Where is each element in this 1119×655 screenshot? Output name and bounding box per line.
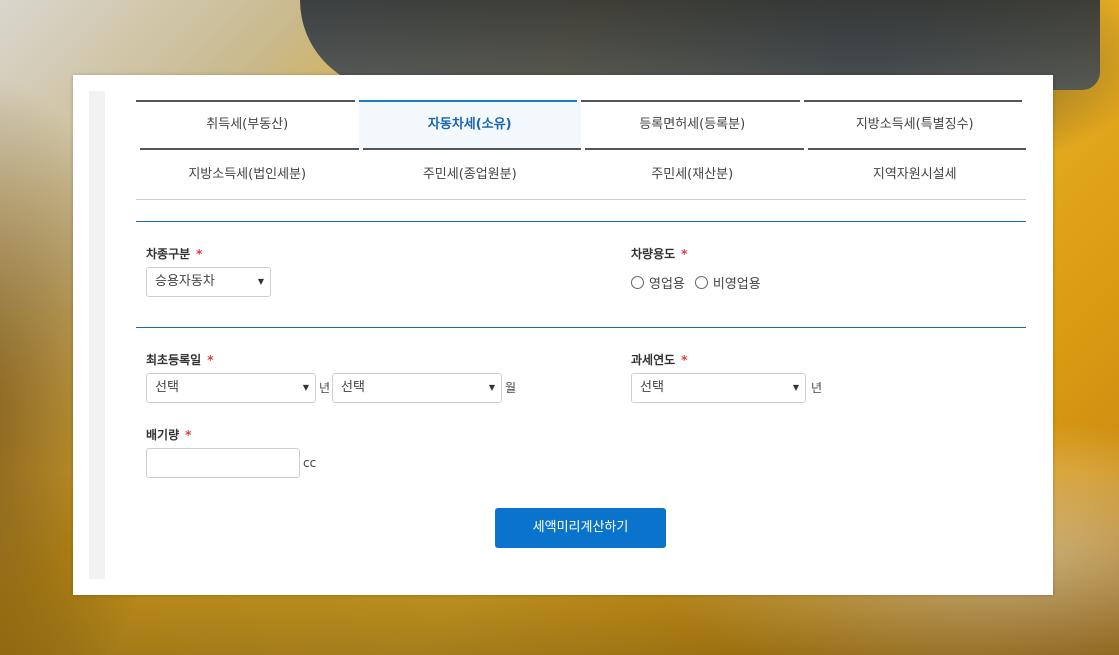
vehicle-use-label: 차량용도 * xyxy=(631,247,688,261)
displacement-unit: cc xyxy=(303,456,317,470)
dropdown-arrow-icon: ▼ xyxy=(257,277,264,286)
radio-circle-icon[interactable] xyxy=(694,275,708,289)
year-select-value: 선택 xyxy=(155,380,179,395)
dropdown-arrow-icon: ▼ xyxy=(302,383,309,392)
displacement-inputs: cc xyxy=(146,448,316,478)
section-divider xyxy=(136,221,1026,222)
tax-year-field: 과세연도 * 선택 ▼ 년 xyxy=(631,351,822,403)
radio-commercial[interactable]: 영업용 xyxy=(631,273,685,292)
tab-vehicle-tax[interactable]: 자동차세(소유) xyxy=(358,100,581,150)
tax-year-select[interactable]: 선택 ▼ xyxy=(631,373,806,403)
radio-circle-icon[interactable] xyxy=(631,275,644,289)
vehicle-type-field: 차종구분 * 승용자동차 ▼ xyxy=(146,245,271,297)
calculate-tax-button[interactable]: 세액미리계산하기 xyxy=(495,508,666,548)
radio-non-commercial[interactable]: 비영업용 xyxy=(694,273,761,292)
first-registration-label: 최초등록일 * xyxy=(146,353,214,367)
tab-registration-tax[interactable]: 등록면허세(등록분) xyxy=(581,100,804,150)
tax-year-value: 선택 xyxy=(640,380,664,395)
required-mark: * xyxy=(196,247,203,261)
tax-year-label: 과세연도 * xyxy=(631,353,688,367)
radio-commercial-label: 영업용 xyxy=(649,276,685,292)
tab-row-2: 지방소득세(법인세분) 주민세(종업원분) 주민세(재산분) 지역자원시설세 xyxy=(136,150,1026,200)
required-mark: * xyxy=(681,353,688,367)
tab-resident-tax-employee[interactable]: 주민세(종업원분) xyxy=(358,150,581,200)
first-registration-field: 최초등록일 * 선택 ▼ 년 선택 ▼ 월 xyxy=(146,351,516,403)
vehicle-type-label: 차종구분 * xyxy=(146,247,203,261)
first-registration-inputs: 선택 ▼ 년 선택 ▼ 월 xyxy=(146,373,516,403)
dropdown-arrow-icon: ▼ xyxy=(488,383,496,392)
radio-non-commercial-label: 비영업용 xyxy=(712,276,761,292)
section-divider xyxy=(136,327,1026,328)
month-select-value: 선택 xyxy=(341,380,365,395)
month-unit: 월 xyxy=(505,381,517,395)
required-mark: * xyxy=(207,353,214,367)
displacement-field: 배기량 * cc xyxy=(146,426,316,478)
tax-year-unit: 년 xyxy=(811,381,823,395)
dropdown-arrow-icon: ▼ xyxy=(792,383,799,392)
tab-local-income-tax-corporate[interactable]: 지방소득세(법인세분) xyxy=(136,150,359,200)
tab-row-1: 취득세(부동산) 자동차세(소유) 등록면허세(등록분) 지방소득세(특별징수) xyxy=(136,100,1026,150)
tab-local-income-tax-withholding[interactable]: 지방소득세(특별징수) xyxy=(803,100,1027,150)
required-mark: * xyxy=(185,428,192,442)
first-registration-year-select[interactable]: 선택 ▼ xyxy=(146,373,316,403)
tax-type-tabs: 취득세(부동산) 자동차세(소유) 등록면허세(등록분) 지방소득세(특별징수)… xyxy=(136,100,1026,200)
required-mark: * xyxy=(681,247,688,261)
tab-resident-tax-property[interactable]: 주민세(재산분) xyxy=(581,150,804,200)
year-unit: 년 xyxy=(319,381,331,395)
vehicle-use-radio-group: 영업용 비영업용 xyxy=(631,267,771,297)
first-registration-month-select[interactable]: 선택 ▼ xyxy=(332,373,503,403)
tax-calculator-panel: 취득세(부동산) 자동차세(소유) 등록면허세(등록분) 지방소득세(특별징수)… xyxy=(73,75,1053,595)
displacement-input[interactable] xyxy=(146,448,300,478)
tax-year-inputs: 선택 ▼ 년 xyxy=(631,373,822,403)
vehicle-type-select[interactable]: 승용자동차 ▼ xyxy=(146,267,271,297)
vehicle-use-field: 차량용도 * 영업용 비영업용 xyxy=(631,245,771,297)
panel-left-rail xyxy=(89,91,105,579)
tab-acquisition-tax[interactable]: 취득세(부동산) xyxy=(136,100,359,150)
displacement-label: 배기량 * xyxy=(146,428,192,442)
vehicle-type-value: 승용자동차 xyxy=(155,274,215,289)
tab-regional-resource-tax[interactable]: 지역자원시설세 xyxy=(803,150,1026,200)
